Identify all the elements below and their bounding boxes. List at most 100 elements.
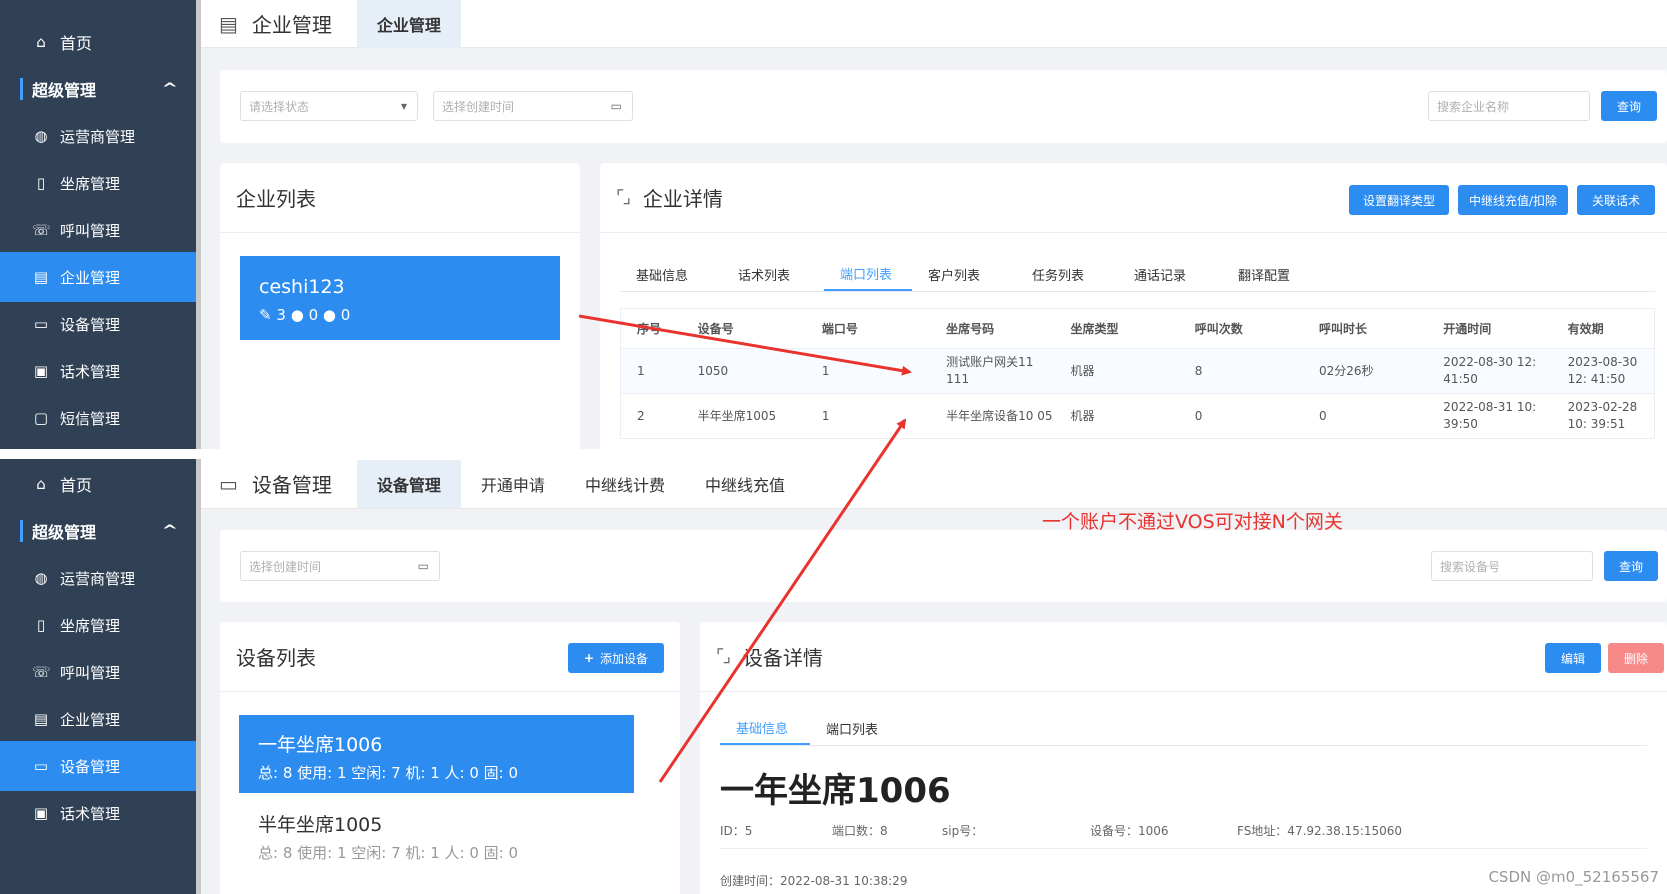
link-script-button[interactable]: 关联话术 xyxy=(1577,185,1655,215)
device-port-count: 端口数：8 xyxy=(832,824,888,838)
device-list-card: 设备列表 + 添加设备 一年坐席1006 总: 8 使用: 1 空闲: 7 机:… xyxy=(220,622,680,894)
sidebar-item-operators[interactable]: ◍ 运营商管理 xyxy=(0,553,196,603)
enterprise-stats: ✎ 3 ● 0 ● 0 xyxy=(259,306,351,324)
table-row[interactable]: 1 1050 1 测试账户网关11 111 机器 8 02分26秒 2022-0… xyxy=(620,348,1655,394)
sms-icon: ▢ xyxy=(33,409,49,427)
date-picker[interactable]: 选择创建时间 ▭ xyxy=(433,91,633,121)
status-select[interactable]: 请选择状态 ▾ xyxy=(240,91,418,121)
tab-ports[interactable]: 端口列表 xyxy=(824,257,912,291)
enterprise-list-card: 企业列表 ceshi123 ✎ 3 ● 0 ● 0 xyxy=(220,163,580,449)
enterprise-list-item[interactable]: ceshi123 ✎ 3 ● 0 ● 0 xyxy=(240,256,560,340)
device-id: ID：5 xyxy=(720,824,753,838)
sidebar-item-home[interactable]: ⌂ 首页 xyxy=(0,17,196,67)
sidebar: ⌂ 首页 超级管理 ^ ◍ 运营商管理 ▯ 坐席管理 ☏ 呼叫管理 ▤ 企业管理… xyxy=(0,0,196,449)
monitor-icon: ▭ xyxy=(33,315,49,333)
monitor-icon: ▭ xyxy=(33,757,49,775)
fullscreen-icon: ⌜⌟ xyxy=(716,646,731,667)
sidebar-item-calls[interactable]: ☏ 呼叫管理 xyxy=(0,647,196,697)
sidebar-group-super-admin[interactable]: 超级管理 ^ xyxy=(0,506,196,556)
add-device-button[interactable]: + 添加设备 xyxy=(568,643,664,673)
screenshot-divider xyxy=(0,449,1667,459)
sidebar-item-devices[interactable]: ▭ 设备管理 xyxy=(0,299,196,349)
sidebar: ⌂ 首页 超级管理 ^ ◍ 运营商管理 ▯ 坐席管理 ☏ 呼叫管理 ▤ 企业管理… xyxy=(0,459,196,894)
set-translation-type-button[interactable]: 设置翻译类型 xyxy=(1349,185,1449,215)
filter-bar: 请选择状态 ▾ 选择创建时间 ▭ 搜索企业名称 查询 xyxy=(220,70,1667,143)
sidebar-item-seats[interactable]: ▯ 坐席管理 xyxy=(0,600,196,650)
sidebar-item-devices[interactable]: ▭ 设备管理 xyxy=(0,741,196,791)
device-detail-card: ⌜⌟ 设备详情 编辑 删除 基础信息 端口列表 一年坐席1006 ID：5 端口… xyxy=(700,622,1667,894)
sidebar-item-scripts[interactable]: ▣ 话术管理 xyxy=(0,788,196,838)
watermark: CSDN @m0_52165567 xyxy=(1488,868,1659,886)
fullscreen-icon: ⌜⌟ xyxy=(616,187,631,208)
sidebar-item-enterprise[interactable]: ▤ 企业管理 xyxy=(0,694,196,744)
tab-call-records[interactable]: 通话记录 xyxy=(1118,257,1222,291)
tab-activation-requests[interactable]: 开通申请 xyxy=(461,460,565,508)
top-header: ▤ 企业管理 企业管理 xyxy=(201,0,1667,48)
monitor-icon: ▭ xyxy=(219,471,238,496)
sidebar-group-super-admin[interactable]: 超级管理 ^ xyxy=(0,64,196,114)
sidebar-item-operators[interactable]: ◍ 运营商管理 xyxy=(0,111,196,161)
sidebar-item-enterprise[interactable]: ▤ 企业管理 xyxy=(0,252,196,302)
device-search-input[interactable]: 搜索设备号 xyxy=(1431,551,1593,581)
detail-tabs: 基础信息 端口列表 xyxy=(720,711,1647,746)
device-fs-address: FS地址：47.92.38.15:15060 xyxy=(1237,824,1403,838)
globe-icon: ◍ xyxy=(34,569,48,587)
phone-icon: ☏ xyxy=(32,663,51,681)
delete-button[interactable]: 删除 xyxy=(1608,643,1664,673)
date-picker[interactable]: 选择创建时间 ▭ xyxy=(240,551,440,581)
building-icon: ▯ xyxy=(36,174,46,192)
enterprise-search-input[interactable]: 搜索企业名称 xyxy=(1428,91,1590,121)
enterprise-icon: ▤ xyxy=(33,268,49,286)
query-button[interactable]: 查询 xyxy=(1604,551,1658,581)
globe-icon: ◍ xyxy=(34,127,48,145)
script-icon: ▣ xyxy=(33,362,49,380)
tab-device-management[interactable]: 设备管理 xyxy=(356,459,461,508)
sidebar-item-seats[interactable]: ▯ 坐席管理 xyxy=(0,158,196,208)
page-title: ▤ 企业管理 xyxy=(219,11,332,38)
script-icon: ▣ xyxy=(33,804,49,822)
table-row[interactable]: 2 半年坐席1005 1 半年坐席设备10 05 机器 0 0 2022-08-… xyxy=(620,393,1655,439)
user-icon: ● xyxy=(290,306,304,324)
query-button[interactable]: 查询 xyxy=(1601,91,1657,121)
edit-button[interactable]: 编辑 xyxy=(1545,643,1601,673)
divider xyxy=(720,848,1647,849)
tab-trunk-billing[interactable]: 中继线计费 xyxy=(565,460,685,508)
device-created-time: 创建时间：2022-08-31 10:38:29 xyxy=(720,874,908,888)
tab-tasks[interactable]: 任务列表 xyxy=(1016,257,1118,291)
device-sip: sip号： xyxy=(942,824,984,838)
device-name-heading: 一年坐席1006 xyxy=(720,771,951,811)
enterprise-icon: ▤ xyxy=(33,710,49,728)
home-icon: ⌂ xyxy=(36,33,46,51)
tab-trunk-recharge[interactable]: 中继线充值 xyxy=(685,460,805,508)
home-icon: ⌂ xyxy=(36,475,46,493)
enterprise-detail-card: ⌜⌟ 企业详情 设置翻译类型 中继线充值/扣除 关联话术 基础信息 话术列表 端… xyxy=(600,163,1667,449)
sidebar-item-sms[interactable]: ▢ 短信管理 xyxy=(0,393,196,443)
device-number: 设备号：1006 xyxy=(1090,824,1169,838)
plus-icon: + xyxy=(583,651,595,665)
sidebar-item-home[interactable]: ⌂ 首页 xyxy=(0,459,196,509)
tab-basic-info[interactable]: 基础信息 xyxy=(620,257,722,291)
filter-bar: 选择创建时间 ▭ 搜索设备号 查询 xyxy=(220,530,1667,602)
enterprise-management-screen: ⌂ 首页 超级管理 ^ ◍ 运营商管理 ▯ 坐席管理 ☏ 呼叫管理 ▤ 企业管理… xyxy=(0,0,1667,449)
enterprise-icon: ▤ xyxy=(219,11,238,36)
sidebar-item-calls[interactable]: ☏ 呼叫管理 xyxy=(0,205,196,255)
sidebar-scrollbar[interactable] xyxy=(196,0,201,449)
sidebar-scrollbar[interactable] xyxy=(196,459,201,894)
trunk-recharge-button[interactable]: 中继线充值/扣除 xyxy=(1458,185,1568,215)
detail-tabs: 基础信息 话术列表 端口列表 客户列表 任务列表 通话记录 翻译配置 xyxy=(620,257,1655,292)
phone-icon: ☏ xyxy=(32,221,51,239)
device-management-screen: ⌂ 首页 超级管理 ^ ◍ 运营商管理 ▯ 坐席管理 ☏ 呼叫管理 ▤ 企业管理… xyxy=(0,459,1667,894)
tab-scripts[interactable]: 话术列表 xyxy=(722,257,824,291)
tab-basic-info[interactable]: 基础信息 xyxy=(720,711,810,745)
tab-ports[interactable]: 端口列表 xyxy=(810,711,908,745)
tab-translation[interactable]: 翻译配置 xyxy=(1222,257,1324,291)
device-list-item[interactable]: 半年坐席1005 总: 8 使用: 1 空闲: 7 机: 1 人: 0 固: 0 xyxy=(239,795,634,873)
device-list-item[interactable]: 一年坐席1006 总: 8 使用: 1 空闲: 7 机: 1 人: 0 固: 0 xyxy=(239,715,634,793)
tab-enterprise[interactable]: 企业管理 xyxy=(356,0,461,48)
tab-customers[interactable]: 客户列表 xyxy=(912,257,1016,291)
page-title: ▭ 设备管理 xyxy=(219,471,332,498)
ports-table: 序号 设备号 端口号 坐席号码 坐席类型 呼叫次数 呼叫时长 开通时间 有效期 … xyxy=(620,308,1655,439)
card-title: ⌜⌟ 设备详情 xyxy=(700,622,1667,692)
sidebar-item-scripts[interactable]: ▣ 话术管理 xyxy=(0,346,196,396)
chevron-up-icon: ^ xyxy=(161,81,179,97)
